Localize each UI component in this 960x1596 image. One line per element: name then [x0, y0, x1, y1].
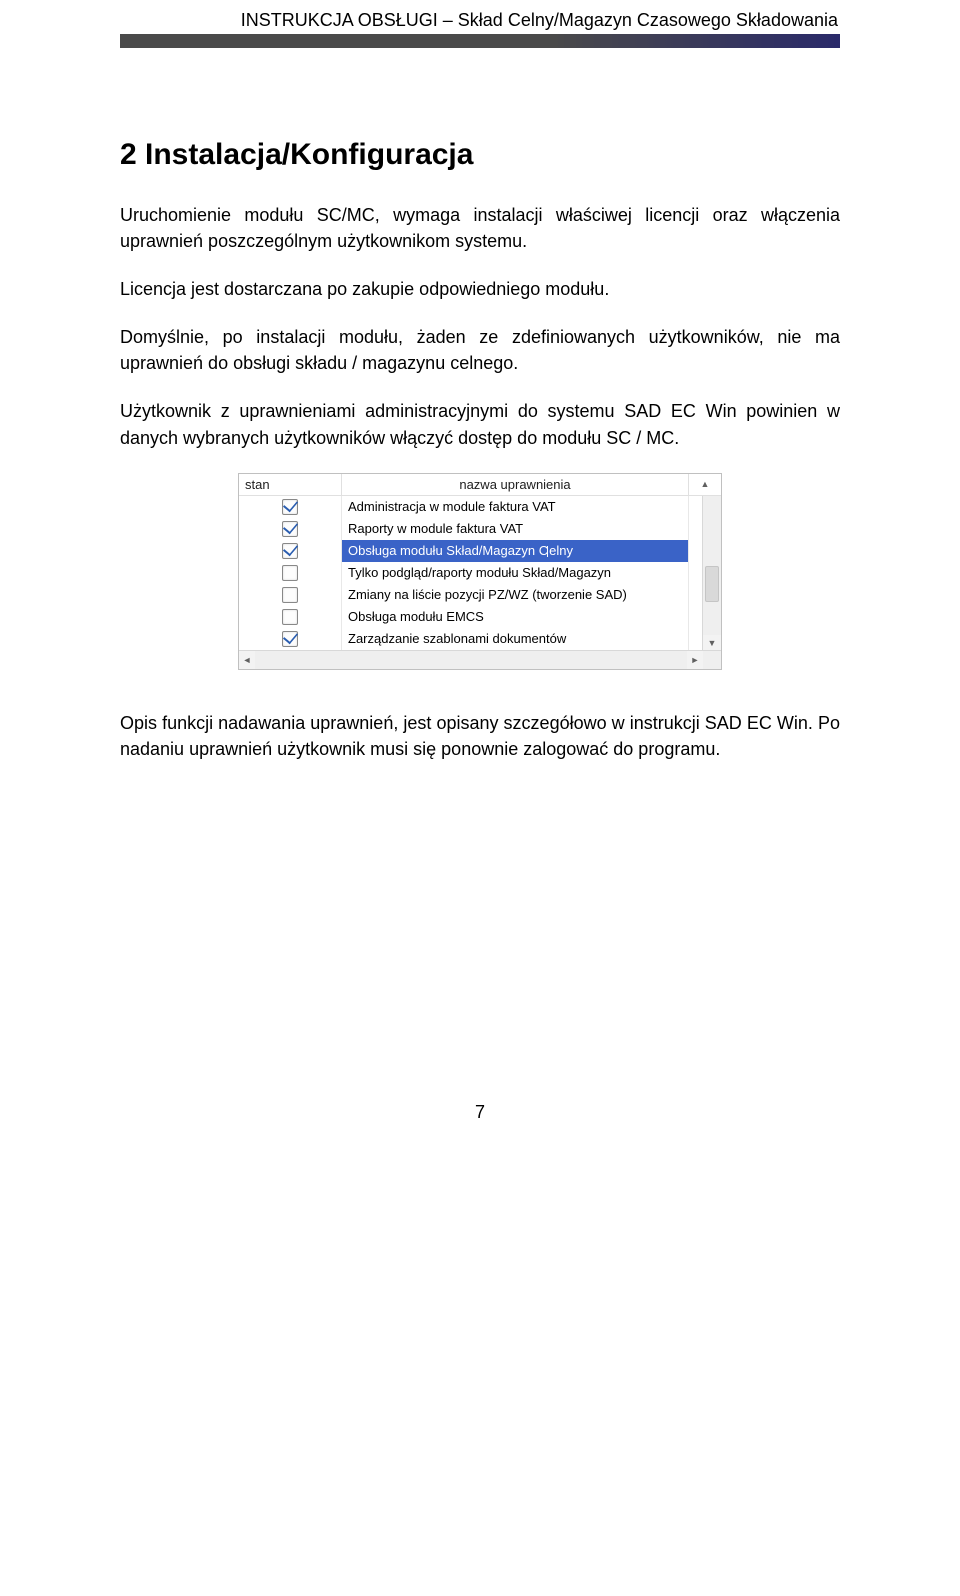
horizontal-scrollbar[interactable]: ◄ ►: [239, 650, 721, 669]
table-header-row: stan nazwa uprawnienia ▲: [239, 474, 721, 496]
table-row[interactable]: Administracja w module faktura VAT: [239, 495, 721, 518]
permissions-table: stan nazwa uprawnienia ▲ Administracja w…: [239, 474, 721, 650]
scroll-down-icon[interactable]: ▼: [703, 635, 721, 651]
header-title: INSTRUKCJA OBSŁUGI – Skład Celny/Magazyn…: [120, 10, 840, 33]
checkbox-icon[interactable]: [282, 543, 298, 559]
checkbox-cell[interactable]: [239, 495, 342, 518]
table-row[interactable]: Tylko podgląd/raporty modułu Skład/Magaz…: [239, 562, 721, 584]
vertical-scrollbar[interactable]: ▼: [702, 496, 721, 651]
permission-label: Raporty w module faktura VAT: [342, 518, 689, 540]
checkbox-cell[interactable]: [239, 540, 342, 562]
checkbox-icon[interactable]: [282, 565, 298, 581]
scroll-left-icon[interactable]: ◄: [239, 651, 255, 669]
header-nazwa[interactable]: nazwa uprawnienia: [342, 474, 689, 496]
permission-label: Obsługa modułu EMCS: [342, 606, 689, 628]
permission-label: Zmiany na liście pozycji PZ/WZ (tworzeni…: [342, 584, 689, 606]
scroll-up-icon[interactable]: ▲: [689, 474, 722, 496]
table-row[interactable]: Zarządzanie szablonami dokumentów: [239, 628, 721, 650]
page-header: INSTRUKCJA OBSŁUGI – Skład Celny/Magazyn…: [120, 0, 840, 48]
table-row[interactable]: Zmiany na liście pozycji PZ/WZ (tworzeni…: [239, 584, 721, 606]
checkbox-cell[interactable]: [239, 584, 342, 606]
permission-label: Tylko podgląd/raporty modułu Skład/Magaz…: [342, 562, 689, 584]
scrollbar-corner: [703, 651, 721, 669]
paragraph-1: Uruchomienie modułu SC/MC, wymaga instal…: [120, 202, 840, 254]
header-rule: [120, 34, 840, 48]
checkbox-icon[interactable]: [282, 631, 298, 647]
header-stan[interactable]: stan: [239, 474, 342, 496]
table-row[interactable]: Raporty w module faktura VAT: [239, 518, 721, 540]
permission-label: Obsługa modułu Skład/Magazyn Celny: [342, 540, 689, 562]
scroll-right-icon[interactable]: ►: [687, 651, 703, 669]
section-heading: 2 Instalacja/Konfiguracja: [120, 138, 840, 172]
checkbox-icon[interactable]: [282, 521, 298, 537]
paragraph-2: Licencja jest dostarczana po zakupie odp…: [120, 276, 840, 302]
page-number: 7: [120, 1102, 840, 1123]
checkbox-icon[interactable]: [282, 499, 298, 515]
checkbox-icon[interactable]: [282, 587, 298, 603]
paragraph-5: Opis funkcji nadawania uprawnień, jest o…: [120, 710, 840, 762]
permission-label: Zarządzanie szablonami dokumentów: [342, 628, 689, 650]
paragraph-4: Użytkownik z uprawnieniami administracyj…: [120, 398, 840, 450]
table-row-selected[interactable]: Obsługa modułu Skład/Magazyn Celny: [239, 540, 721, 562]
checkbox-cell[interactable]: [239, 562, 342, 584]
paragraph-3: Domyślnie, po instalacji modułu, żaden z…: [120, 324, 840, 376]
scrollbar-thumb[interactable]: [705, 566, 719, 602]
permission-label: Administracja w module faktura VAT: [342, 495, 689, 518]
checkbox-cell[interactable]: [239, 606, 342, 628]
checkbox-cell[interactable]: [239, 628, 342, 650]
checkbox-icon[interactable]: [282, 609, 298, 625]
checkbox-cell[interactable]: [239, 518, 342, 540]
table-row[interactable]: Obsługa modułu EMCS: [239, 606, 721, 628]
permissions-table-screenshot: stan nazwa uprawnienia ▲ Administracja w…: [238, 473, 722, 670]
